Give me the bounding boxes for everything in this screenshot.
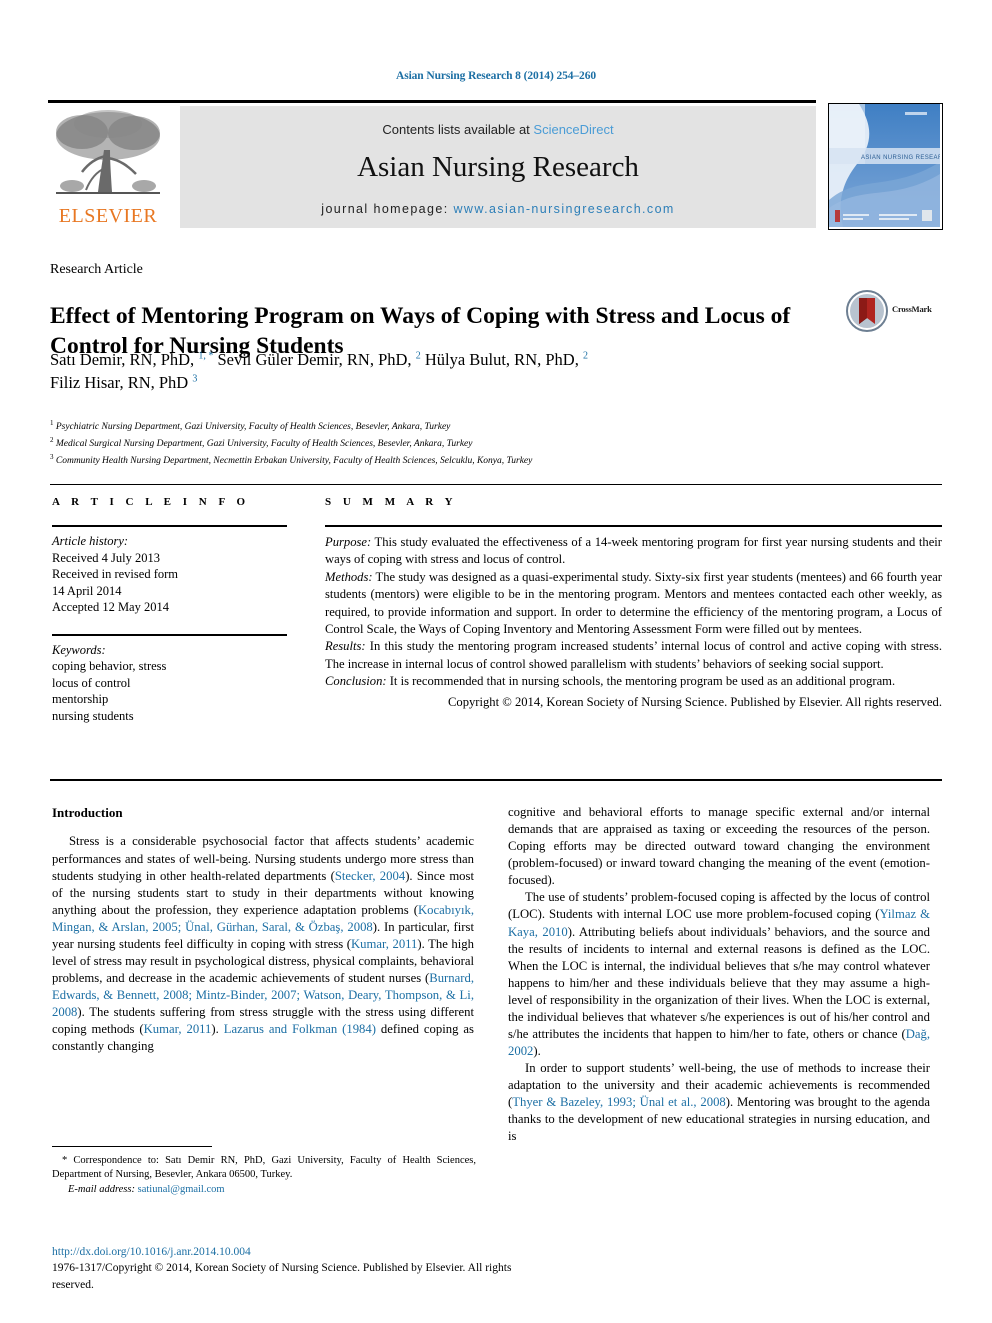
email-label: E-mail address:: [68, 1183, 135, 1195]
body-text: ).: [211, 1022, 224, 1037]
correspondence-footnote: * Correspondence to: Satı Demir RN, PhD,…: [52, 1154, 476, 1197]
issn-copyright-line: 1976-1317/Copyright © 2014, Korean Socie…: [52, 1262, 512, 1291]
article-history-line: 14 April 2014: [52, 583, 122, 598]
email-line: E-mail address: satiunal@gmail.com: [52, 1183, 476, 1197]
body-paragraph: cognitive and behavioral efforts to mana…: [508, 805, 930, 888]
keywords-block: Keywords: coping behavior, stress locus …: [52, 633, 287, 725]
keyword-item: locus of control: [52, 675, 131, 690]
author-3-marker: 2: [582, 350, 588, 362]
summary-paragraph: Methods: The study was designed as a qua…: [325, 569, 942, 639]
summary-text: This study evaluated the effectiveness o…: [325, 535, 942, 567]
homepage-prefix: journal homepage:: [321, 202, 454, 216]
contents-lists-line: Contents lists available at ScienceDirec…: [180, 122, 816, 137]
summary-paragraph: Purpose: This study evaluated the effect…: [325, 534, 942, 569]
affiliation-list: 1 Psychiatric Nursing Department, Gazi U…: [50, 418, 930, 469]
masthead-band: Contents lists available at ScienceDirec…: [180, 106, 816, 228]
summary-label: Methods:: [325, 569, 373, 584]
citation-link[interactable]: Thyer & Bazeley, 1993; Ünal et al., 2008: [512, 1095, 726, 1109]
summary-label: Conclusion:: [325, 674, 387, 688]
svg-text:ASIAN NURSING RESEARCH: ASIAN NURSING RESEARCH: [861, 155, 940, 161]
body-column-left: Introduction Stress is a considerable ps…: [52, 804, 474, 1056]
article-history-line: Received 4 July 2013: [52, 550, 160, 565]
article-history-label: Article history:: [52, 534, 129, 548]
summary-label: Purpose:: [325, 535, 372, 549]
body-paragraph: The use of students’ problem-focused cop…: [508, 889, 930, 1060]
body-text: ).: [533, 1044, 541, 1059]
journal-homepage-link[interactable]: www.asian-nursingresearch.com: [454, 202, 675, 216]
author-list: Satı Demir, RN, PhD, 1, * Sevil Güler De…: [50, 348, 850, 395]
summary-text: In this study the mentoring program incr…: [325, 639, 942, 671]
body-paragraph: Stress is a considerable psychosocial fa…: [52, 833, 474, 1055]
contents-lists-prefix: Contents lists available at: [382, 122, 534, 137]
author-2: Sevil Güler Demir, RN, PhD,: [213, 350, 416, 369]
summary-label: Results:: [325, 639, 366, 654]
summary-paragraph: Conclusion: It is recommended that in nu…: [325, 673, 942, 690]
affiliation-text: Psychiatric Nursing Department, Gazi Uni…: [55, 422, 451, 433]
doi-link[interactable]: http://dx.doi.org/10.1016/j.anr.2014.10.…: [52, 1244, 552, 1260]
affiliation-text: Medical Surgical Nursing Department, Gaz…: [55, 439, 473, 450]
author-4-marker: 3: [192, 373, 198, 385]
summary-text: The study was designed as a quasi-experi…: [325, 569, 942, 636]
article-history-block: Article history: Received 4 July 2013 Re…: [52, 525, 287, 616]
paper-page: Asian Nursing Research 8 (2014) 254–260: [0, 0, 992, 1323]
journal-cover-artwork: ASIAN NURSING RESEARCH: [829, 104, 942, 227]
keyword-item: mentorship: [52, 692, 109, 706]
elsevier-tree-icon: [56, 110, 160, 194]
introduction-heading: Introduction: [52, 805, 123, 820]
citation-link[interactable]: Kumar, 2011: [144, 1022, 212, 1036]
article-history-line: Accepted 12 May 2014: [52, 600, 169, 614]
citation-link[interactable]: Lazarus and Folkman (1984): [224, 1022, 376, 1036]
affiliation-marker: 2: [50, 435, 54, 444]
summary-paragraph: Results: In this study the mentoring pro…: [325, 638, 942, 673]
summary-copyright: Copyright © 2014, Korean Society of Nurs…: [448, 695, 942, 710]
journal-cover-thumbnail: ASIAN NURSING RESEARCH: [828, 103, 943, 230]
crossmark-icon: [846, 290, 888, 332]
article-history-line: Received in revised form: [52, 567, 178, 581]
keyword-item: coping behavior, stress: [52, 659, 167, 673]
elsevier-wordmark: ELSEVIER: [58, 205, 158, 227]
footnote-rule: [52, 1146, 212, 1147]
article-info-column: A R T I C L E I N F O Article history: R…: [52, 496, 287, 724]
citation-link[interactable]: Kumar, 2011: [351, 937, 417, 951]
affiliation-marker: 3: [50, 452, 54, 461]
keyword-item: nursing students: [52, 708, 134, 723]
citation-link[interactable]: Stecker, 2004: [335, 869, 405, 883]
elsevier-logo: ELSEVIER: [48, 106, 168, 228]
summary-column: S U M M A R Y Purpose: This study evalua…: [325, 496, 942, 712]
crossmark-badge[interactable]: CrossMark: [846, 290, 946, 338]
info-section-top-rule: [50, 484, 942, 485]
body-column-right: cognitive and behavioral efforts to mana…: [508, 804, 930, 1146]
journal-title: Asian Nursing Research: [357, 151, 639, 183]
running-head: Asian Nursing Research 8 (2014) 254–260: [395, 70, 596, 82]
body-text: ). Attributing beliefs about individuals…: [508, 924, 930, 1042]
author-1-marker: 1, *: [198, 350, 214, 362]
summary-bottom-rule: [50, 779, 942, 781]
sciencedirect-link[interactable]: ScienceDirect: [533, 122, 613, 137]
author-3: Hülya Bulut, RN, PhD,: [420, 350, 583, 369]
author-1: Satı Demir, RN, PhD,: [50, 350, 199, 369]
affiliation-text: Community Health Nursing Department, Nec…: [55, 455, 533, 466]
summary-heading: S U M M A R Y: [325, 496, 458, 508]
article-type-kicker: Research Article: [50, 262, 143, 277]
body-text: The use of students’ problem-focused cop…: [508, 890, 930, 922]
affiliation-item: 3 Community Health Nursing Department, N…: [50, 452, 930, 469]
doi-footer: http://dx.doi.org/10.1016/j.anr.2014.10.…: [52, 1244, 552, 1293]
affiliation-item: 2 Medical Surgical Nursing Department, G…: [50, 435, 930, 452]
summary-body: Purpose: This study evaluated the effect…: [325, 525, 942, 712]
article-info-heading: A R T I C L E I N F O: [52, 496, 250, 508]
correspondence-line: * Correspondence to: Satı Demir RN, PhD,…: [52, 1154, 476, 1183]
affiliation-item: 1 Psychiatric Nursing Department, Gazi U…: [50, 418, 930, 435]
journal-homepage-line: journal homepage: www.asian-nursingresea…: [180, 202, 816, 216]
summary-text: It is recommended that in nursing school…: [386, 674, 896, 688]
body-paragraph: In order to support students’ well-being…: [508, 1060, 930, 1145]
affiliation-marker: 1: [50, 419, 54, 427]
author-4: Filiz Hisar, RN, PhD: [50, 373, 193, 393]
crossmark-label: CrossMark: [892, 304, 932, 314]
masthead-top-rule: [48, 100, 816, 103]
journal-masthead: ELSEVIER Contents lists available at Sci…: [48, 100, 944, 230]
correspondence-text: Correspondence to: Satı Demir RN, PhD, G…: [52, 1155, 476, 1181]
email-link[interactable]: satiunal@gmail.com: [135, 1184, 225, 1195]
keywords-label: Keywords:: [52, 642, 106, 657]
